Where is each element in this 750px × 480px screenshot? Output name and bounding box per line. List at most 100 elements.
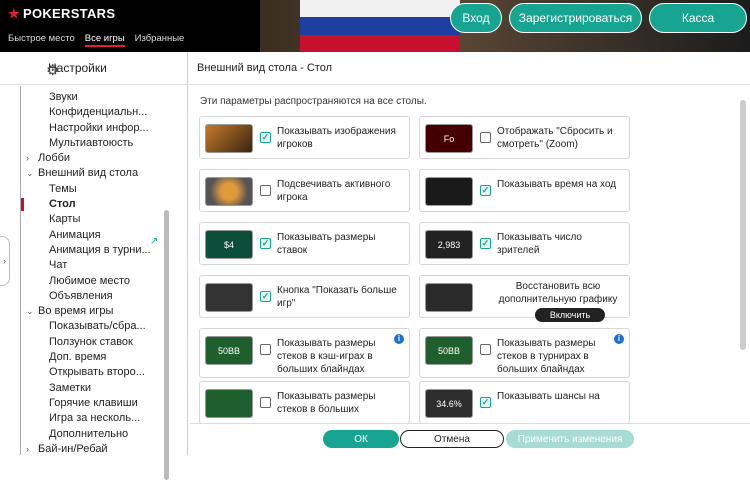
sidebar-item[interactable]: Игра за несколь... <box>21 411 170 426</box>
apply-button[interactable]: Применить изменения <box>506 430 634 448</box>
option-checkbox[interactable]: ✓ <box>260 132 271 143</box>
option-checkbox[interactable]: ✓ <box>480 397 491 408</box>
main-scrollbar[interactable] <box>740 100 746 350</box>
register-button[interactable]: Зарегистрироваться <box>509 3 642 33</box>
sidebar-item[interactable]: Темы <box>21 182 170 197</box>
settings-header: ⚙ Настройки <box>0 52 187 85</box>
preview-image: 50BB <box>205 336 253 365</box>
chevron-down-icon[interactable]: ⌄ <box>26 166 34 181</box>
enable-button[interactable]: Включить <box>535 308 605 322</box>
option-card: $4 ✓ Показывать размеры ставок <box>199 222 410 265</box>
preview-image <box>205 389 253 418</box>
sidebar-item[interactable]: Звуки <box>21 90 170 105</box>
sidebar-item-label: Открывать второ... <box>49 366 145 379</box>
chevron-right-icon[interactable]: › <box>26 442 29 455</box>
collapse-tab[interactable]: › <box>0 236 10 286</box>
star-icon: ★ <box>8 6 20 21</box>
sidebar-item-label: Темы <box>49 182 77 195</box>
preview-image: 50BB <box>425 336 473 365</box>
sidebar-item-label: Чат <box>49 259 68 272</box>
sidebar-item-label: Во время игры <box>38 305 114 318</box>
chevron-right-icon: › <box>3 256 6 266</box>
preview-image: 34.6% <box>425 389 473 418</box>
login-button[interactable]: Вход <box>450 3 502 33</box>
sidebar-item[interactable]: Мультиавтоюсть <box>21 136 170 151</box>
external-link-icon[interactable]: ↗ <box>150 236 158 247</box>
sidebar-item[interactable]: Анимация в турни... <box>21 243 170 258</box>
nav-favorites[interactable]: Избранные <box>135 33 185 47</box>
option-checkbox[interactable] <box>480 132 491 143</box>
option-label: Подсвечивать активного игрока <box>277 179 391 203</box>
option-checkbox[interactable] <box>260 344 271 355</box>
option-checkbox[interactable] <box>260 185 271 196</box>
sidebar-item[interactable]: Конфиденциальн... <box>21 105 170 120</box>
preview-image: 2,983 <box>425 230 473 259</box>
sidebar-item[interactable]: Горячие клавиши <box>21 396 170 411</box>
option-checkbox[interactable]: ✓ <box>480 238 491 249</box>
option-card: Восстановить всю дополнительную графику … <box>419 275 630 322</box>
option-label: Показывать размеры стеков в кэш-играх в … <box>277 338 376 375</box>
preview-label: 50BB <box>217 345 241 356</box>
info-icon[interactable]: i <box>614 334 624 344</box>
sidebar-item[interactable]: Любимое место <box>21 274 170 289</box>
option-checkbox[interactable]: ✓ <box>480 185 491 196</box>
sidebar-item-label: Игра за несколь... <box>49 412 141 425</box>
sidebar-item-label: Конфиденциальн... <box>49 106 148 119</box>
sidebar-item-label: Анимация <box>49 228 101 241</box>
footer-bar: ОК Отмена Применить изменения <box>190 423 750 455</box>
preview-label: 2,983 <box>437 239 461 250</box>
sidebar-item-label: Любимое место <box>49 274 130 287</box>
option-label: Кнопка "Показать больше игр" <box>277 285 397 309</box>
top-nav: Быстрое место Все игры Избранные <box>8 33 184 47</box>
sidebar-item[interactable]: Показывать/сбра... <box>21 319 170 334</box>
cashier-button[interactable]: Касса <box>649 3 747 33</box>
cancel-button[interactable]: Отмена <box>400 430 504 448</box>
info-icon[interactable]: i <box>394 334 404 344</box>
sidebar-item[interactable]: Анимация <box>21 228 170 243</box>
option-checkbox[interactable] <box>260 397 271 408</box>
nav-all-games[interactable]: Все игры <box>84 33 125 47</box>
sidebar-item[interactable]: Дополнительно <box>21 427 170 442</box>
ok-button[interactable]: ОК <box>323 430 399 448</box>
option-card: 50BB Показывать размеры стеков в кэш-игра… <box>199 328 410 378</box>
nav-quick-seat[interactable]: Быстрое место <box>8 33 75 47</box>
settings-main: Внешний вид стола - Стол Эти параметры р… <box>189 52 750 455</box>
option-checkbox[interactable]: ✓ <box>260 238 271 249</box>
sidebar-item[interactable]: Доп. время <box>21 350 170 365</box>
sidebar-item[interactable]: Открывать второ... <box>21 365 170 380</box>
chevron-right-icon[interactable]: › <box>26 151 29 166</box>
sidebar-item-label: Мультиавтоюсть <box>49 136 134 149</box>
top-bar: ★ POKERSTARS Быстрое место Все игры Избра… <box>0 0 750 52</box>
preview-image <box>205 283 253 312</box>
option-checkbox[interactable] <box>480 344 491 355</box>
sidebar-item-label: Заметки <box>49 381 92 394</box>
sidebar-item[interactable]: Стол <box>21 197 170 212</box>
page-title: Внешний вид стола - Стол <box>189 52 750 85</box>
preview-label: 50BB <box>437 345 461 356</box>
sidebar-item[interactable]: Карты <box>21 212 170 227</box>
flag-image <box>300 0 460 52</box>
sidebar-item[interactable]: Ползунок ставок <box>21 335 170 350</box>
sidebar-item-label: Настройки инфор... <box>49 121 149 134</box>
sidebar-item[interactable]: › Бай-ин/Ребай <box>21 442 170 455</box>
option-card: ✓ Показывать изображения игроков <box>199 116 410 159</box>
sidebar-item[interactable]: › Лобби <box>21 151 170 166</box>
option-label: Показывать размеры ставок <box>277 232 376 256</box>
sidebar-item[interactable]: ⌄ Внешний вид стола <box>21 166 170 181</box>
chevron-down-icon[interactable]: ⌄ <box>26 304 34 319</box>
sidebar-item[interactable]: Настройки инфор... <box>21 121 170 136</box>
sidebar-item-label: Анимация в турни... <box>49 243 151 256</box>
option-label: Показывать число зрителей <box>497 232 582 256</box>
sidebar-item[interactable]: ⌄ Во время игры <box>21 304 170 319</box>
preview-image <box>205 177 253 206</box>
option-checkbox[interactable]: ✓ <box>260 291 271 302</box>
sidebar-scrollbar[interactable] <box>164 210 169 480</box>
sidebar-item[interactable]: Объявления <box>21 289 170 304</box>
preview-image: $4 <box>205 230 253 259</box>
sidebar-item-label: Ползунок ставок <box>49 335 133 348</box>
sidebar-item[interactable]: Заметки <box>21 381 170 396</box>
sidebar-item[interactable]: Чат <box>21 258 170 273</box>
sidebar-item-label: Лобби <box>38 152 71 165</box>
option-card: ✓ Кнопка "Показать больше игр" <box>199 275 410 318</box>
option-card: 34.6% ✓ Показывать шансы на <box>419 381 630 424</box>
